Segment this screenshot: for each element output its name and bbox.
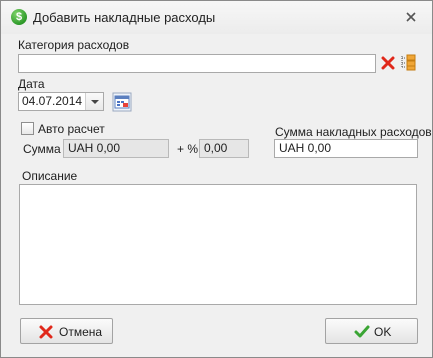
category-label: Категория расходов [18, 38, 130, 52]
ok-button[interactable]: OK [325, 318, 418, 344]
window-title: Добавить накладные расходы [33, 10, 216, 25]
percent-field: 0,00 [199, 139, 249, 158]
sum-field: UAH 0,00 [63, 139, 169, 158]
title-bar: $ Добавить накладные расходы [1, 1, 432, 34]
calendar-icon[interactable] [112, 92, 132, 112]
dialog-window: $ Добавить накладные расходы Категория р… [0, 0, 433, 358]
cancel-button[interactable]: Отмена [20, 318, 113, 344]
sum-label: Сумма [23, 142, 61, 156]
red-x-icon [39, 325, 53, 339]
ok-label: OK [374, 325, 392, 339]
percent-label: + % [177, 142, 199, 156]
close-icon[interactable] [403, 9, 419, 25]
green-check-icon [354, 325, 370, 338]
overhead-total-field[interactable]: UAH 0,00 [274, 139, 418, 158]
chevron-down-icon[interactable] [85, 93, 103, 110]
description-textarea[interactable] [19, 184, 417, 305]
auto-calc-checkbox[interactable] [21, 122, 34, 135]
clear-red-x-icon[interactable] [379, 54, 397, 72]
dollar-coin-icon: $ [11, 9, 27, 25]
date-picker[interactable]: 04.07.2014 [18, 92, 104, 111]
auto-calc-label: Авто расчет [38, 122, 105, 136]
category-field[interactable] [18, 54, 376, 73]
cancel-label: Отмена [59, 325, 103, 339]
date-label: Дата [18, 77, 45, 91]
description-label: Описание [22, 169, 78, 183]
date-value: 04.07.2014 [22, 94, 83, 108]
folder-tree-icon[interactable] [399, 53, 417, 71]
overhead-total-label: Сумма накладных расходов [275, 125, 432, 139]
